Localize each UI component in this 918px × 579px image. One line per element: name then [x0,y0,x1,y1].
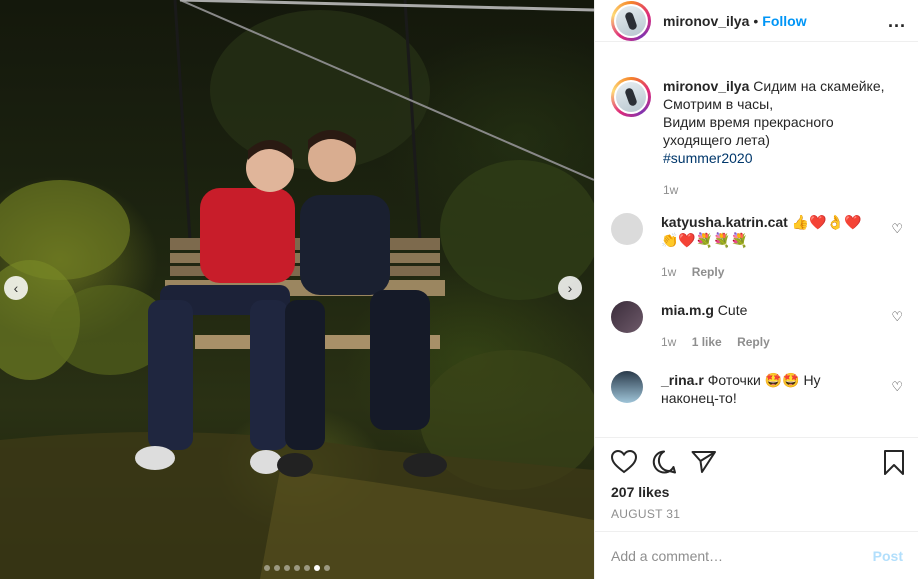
comment-avatar[interactable] [611,301,643,333]
caption-time[interactable]: 1w [663,183,678,197]
carousel-dot [294,565,300,571]
comments-list[interactable]: mironov_ilya Сидим на скамейке, Смотрим … [595,64,918,438]
header-username[interactable]: mironov_ilya [663,13,749,29]
chevron-left-icon: ‹ [13,280,19,296]
heart-outline-icon[interactable]: ♡ [891,379,903,395]
carousel-prev-button[interactable]: ‹ [4,276,28,300]
share-icon[interactable] [691,450,717,474]
comment-item: katyusha.katrin.cat 👍❤️👌❤️ 👏❤️💐💐💐 1w Rep… [595,213,918,281]
caption-meta: 1w [663,181,885,199]
avatar-image [616,5,646,36]
comment-username[interactable]: katyusha.katrin.cat [661,214,788,230]
likes-count[interactable]: 207 likes [611,484,669,500]
carousel-dot [304,565,310,571]
carousel-next-button[interactable]: › [558,276,582,300]
comment-time[interactable]: 1w [661,335,676,349]
comment-body: mia.m.g Cute 1w 1 like Reply [661,301,881,351]
carousel-dot-active [314,565,320,571]
comment-text: Cute [717,302,748,318]
heart-outline-icon[interactable]: ♡ [891,221,903,237]
comment-username[interactable]: _rina.r [661,372,704,388]
caption-body: mironov_ilya Сидим на скамейке, Смотрим … [663,77,885,199]
photo-scene [0,0,594,579]
post-side-panel: mironov_ilya • Follow ... mironov_ilya С… [594,0,918,579]
comment-avatar[interactable] [611,213,643,245]
heart-outline-icon[interactable]: ♡ [891,309,903,325]
avatar-image [616,82,646,112]
header-separator: • [753,12,759,29]
carousel-dot [284,565,290,571]
comment-text: Фоточки 🤩🤩 Ну [707,372,821,388]
post-date[interactable]: AUGUST 31 [611,507,680,521]
like-heart-icon[interactable] [611,450,637,474]
caption-username[interactable]: mironov_ilya [663,78,749,94]
caption-line: Сидим на скамейке, [753,78,885,94]
reply-button[interactable]: Reply [692,265,725,279]
comment-time[interactable]: 1w [661,265,676,279]
comment-text-cont: наконец-то! [661,390,737,406]
reply-button[interactable]: Reply [737,335,770,349]
caption-avatar[interactable] [611,77,651,117]
chevron-right-icon: › [567,280,573,296]
comment-text-cont: 👏❤️💐💐💐 [661,232,749,248]
post-photo[interactable]: ‹ › [0,0,594,579]
caption-line: Видим время прекрасного [663,114,834,130]
more-options-icon[interactable]: ... [888,11,906,32]
comment-body: _rina.r Фоточки 🤩🤩 Ну наконец-то! [661,371,881,407]
comment-likes[interactable]: 1 like [692,335,722,349]
caption-line: Смотрим в часы, [663,96,774,112]
comment-avatar[interactable] [611,371,643,403]
comment-body: katyusha.katrin.cat 👍❤️👌❤️ 👏❤️💐💐💐 1w Rep… [661,213,881,281]
carousel-dot [324,565,330,571]
follow-button[interactable]: Follow [762,13,806,29]
comment-meta: 1w 1 like Reply [661,333,881,351]
comment-text: 👍❤️👌❤️ [791,214,862,230]
carousel-dot [274,565,280,571]
comment-meta: 1w Reply [661,263,881,281]
caption-line: уходящего лета) [663,132,770,148]
avatar[interactable] [611,0,651,41]
comment-item: _rina.r Фоточки 🤩🤩 Ну наконец-то! ♡ [595,371,918,407]
caption: mironov_ilya Сидим на скамейке, Смотрим … [595,77,918,199]
bookmark-icon[interactable] [883,450,905,476]
carousel-indicator [0,565,594,571]
post-comment-button[interactable]: Post [873,548,903,564]
carousel-dot [264,565,270,571]
hashtag-link[interactable]: #summer2020 [663,149,885,167]
comment-item: mia.m.g Cute 1w 1 like Reply ♡ [595,301,918,351]
comment-input[interactable] [611,547,873,564]
add-comment-bar: Post [595,531,918,579]
comment-icon[interactable] [651,450,677,474]
action-bar [611,450,905,476]
post-header: mironov_ilya • Follow ... [595,0,918,42]
comment-username[interactable]: mia.m.g [661,302,714,318]
